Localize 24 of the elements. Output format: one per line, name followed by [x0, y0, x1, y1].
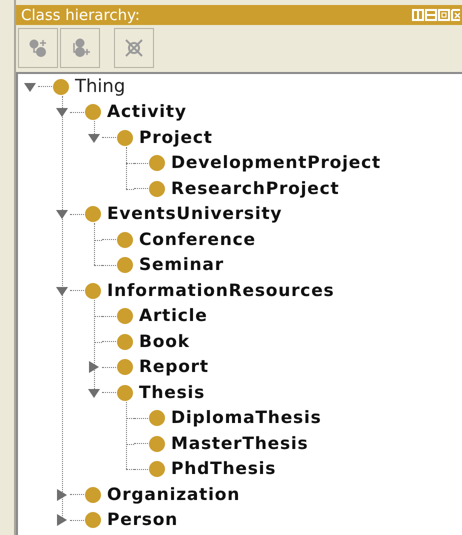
class-label[interactable]: Book [139, 332, 190, 352]
class-label[interactable]: InformationResources [107, 280, 334, 301]
collapsed-triangle-icon[interactable] [55, 513, 69, 528]
expanded-triangle-icon[interactable] [55, 105, 69, 120]
class-label[interactable]: Person [107, 510, 178, 530]
expanded-triangle-icon[interactable] [55, 207, 69, 222]
class-label[interactable]: PhdThesis [171, 459, 276, 480]
class-label[interactable]: Organization [107, 484, 240, 505]
class-label[interactable]: DevelopmentProject [171, 153, 381, 174]
class-label[interactable]: Thing [75, 76, 126, 97]
collapsed-triangle-icon[interactable] [87, 360, 101, 374]
class-label[interactable]: MasterThesis [171, 434, 308, 454]
collapsed-triangle-icon[interactable] [55, 488, 69, 502]
panel-title: Class hierarchy: [21, 8, 140, 22]
class-label[interactable]: ResearchProject [171, 178, 340, 199]
class-label[interactable]: Article [139, 306, 208, 326]
class-label[interactable]: Conference [139, 230, 256, 250]
class-label[interactable]: Report [139, 357, 209, 378]
class-label[interactable]: Seminar [139, 255, 224, 276]
class-label[interactable]: DiplomaThesis [171, 408, 322, 428]
class-label[interactable]: Thesis [139, 382, 206, 403]
class-label[interactable]: Project [139, 128, 213, 148]
class-label[interactable]: Activity [107, 102, 187, 122]
class-label[interactable]: EventsUniversity [107, 204, 282, 224]
